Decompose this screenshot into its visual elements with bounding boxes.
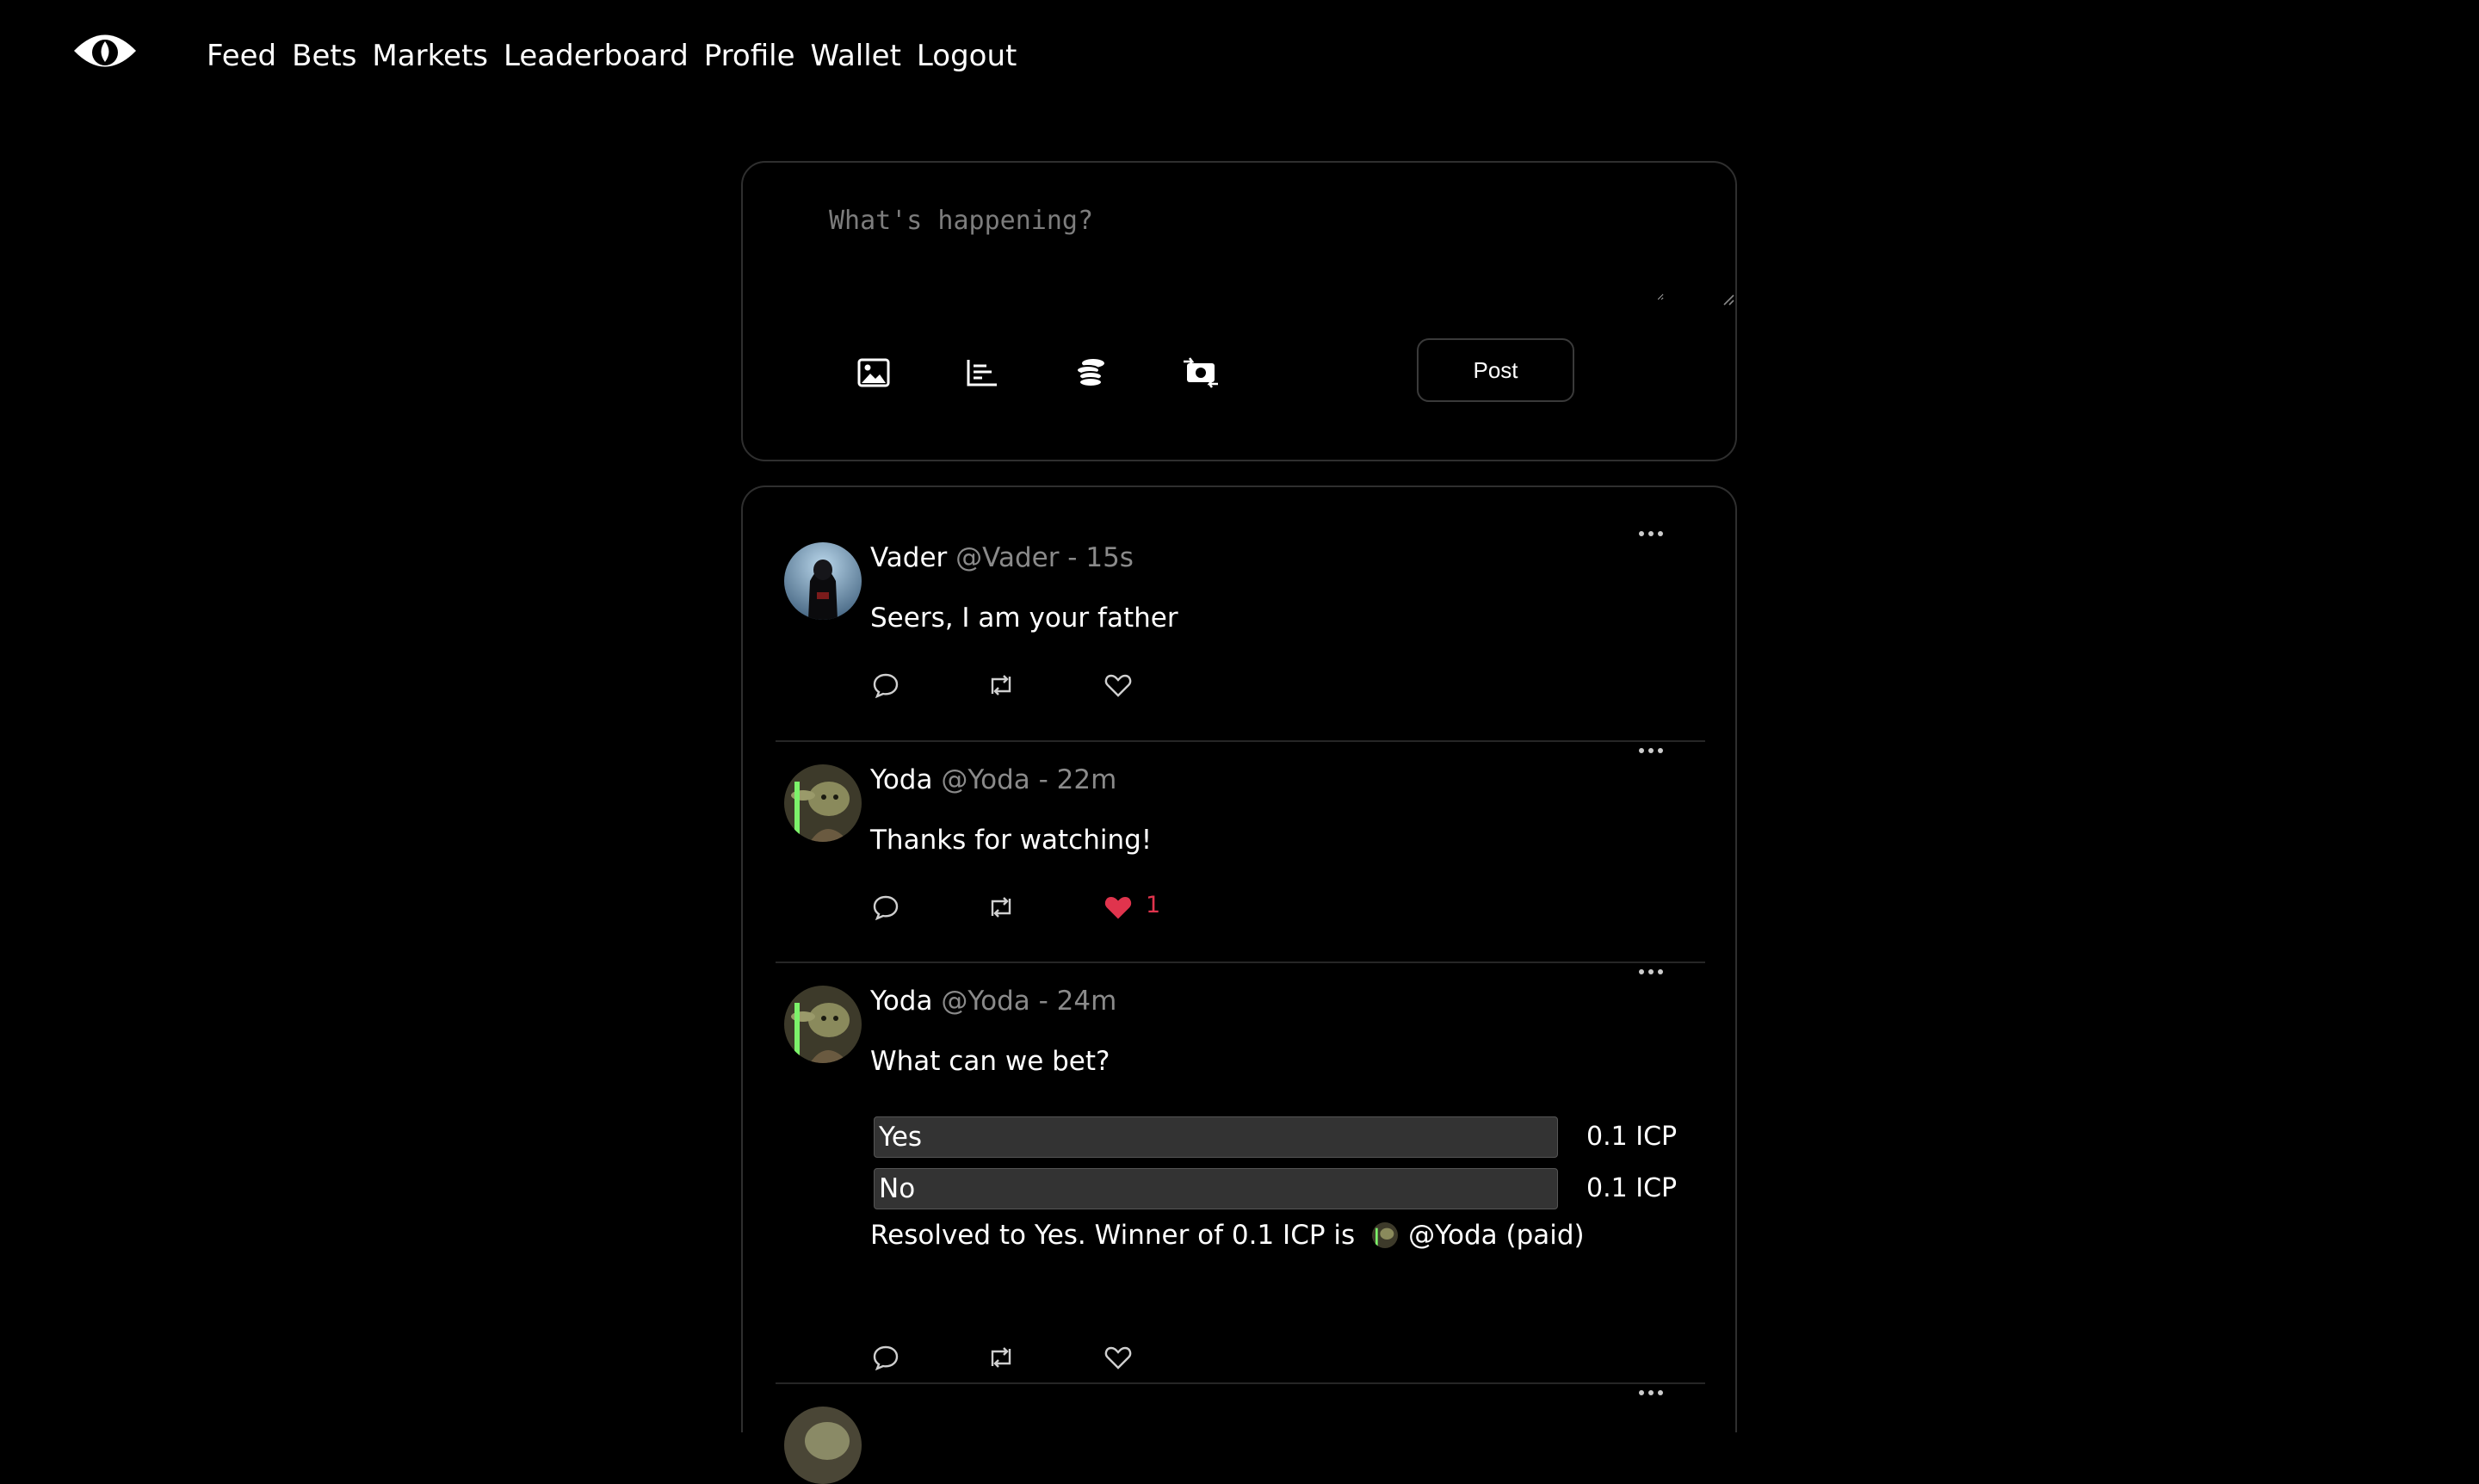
avatar[interactable]	[784, 986, 862, 1063]
post-button[interactable]: Post	[1417, 338, 1574, 402]
comment-icon[interactable]	[869, 1340, 903, 1375]
more-options-icon[interactable]	[1629, 742, 1672, 759]
eye-logo-icon[interactable]	[72, 26, 138, 76]
author-handle-time: @Vader - 15s	[955, 542, 1134, 573]
nav-wallet[interactable]: Wallet	[811, 34, 901, 77]
feed-post	[776, 1382, 1705, 1484]
author-handle-time: @Yoda - 22m	[941, 764, 1117, 795]
post-header: Vader @Vader - 15s	[870, 541, 1134, 575]
comment-icon[interactable]	[869, 668, 903, 702]
top-navigation: Feed Bets Markets Leaderboard Profile Wa…	[0, 0, 2479, 112]
feed-list: Vader @Vader - 15s Seers, I am your fath…	[741, 485, 1737, 1484]
nav-logout[interactable]: Logout	[917, 34, 1017, 77]
poll-chart-icon[interactable]	[963, 354, 1001, 392]
post-text: Thanks for watching!	[870, 825, 1153, 856]
liked-heart-icon[interactable]	[1101, 890, 1135, 924]
winner-handle[interactable]: @Yoda (paid)	[1408, 1218, 1584, 1252]
feed-post: Yoda @Yoda - 22m Thanks for watching! 1	[776, 740, 1705, 962]
resize-grip-icon[interactable]	[1722, 294, 1734, 306]
nav-leaderboard[interactable]: Leaderboard	[504, 34, 689, 77]
nav-profile[interactable]: Profile	[704, 34, 795, 77]
like-icon[interactable]	[1101, 1340, 1135, 1375]
like-icon[interactable]	[1101, 668, 1135, 702]
bet-option-no[interactable]: No	[874, 1168, 1558, 1209]
winner-avatar[interactable]	[1372, 1222, 1399, 1248]
feed-post: Yoda @Yoda - 24m What can we bet? Yes 0.…	[776, 962, 1705, 1382]
bet-option-amount: 0.1 ICP	[1586, 1173, 1678, 1203]
feed-post: Vader @Vader - 15s Seers, I am your fath…	[776, 487, 1705, 740]
bet-option-yes[interactable]: Yes	[874, 1116, 1558, 1158]
repost-icon[interactable]	[984, 668, 1018, 702]
repost-icon[interactable]	[984, 1340, 1018, 1375]
nav-markets[interactable]: Markets	[372, 34, 488, 77]
author-name[interactable]: Yoda	[870, 764, 932, 795]
comment-icon[interactable]	[869, 890, 903, 924]
coins-icon[interactable]	[1072, 354, 1110, 392]
nav-bets[interactable]: Bets	[292, 34, 356, 77]
author-handle-time: @Yoda - 24m	[941, 986, 1117, 1017]
repost-icon[interactable]	[984, 890, 1018, 924]
post-text: What can we bet?	[870, 1046, 1110, 1077]
like-count: 1	[1146, 892, 1161, 918]
avatar[interactable]	[784, 1407, 862, 1484]
author-name[interactable]: Yoda	[870, 986, 932, 1017]
bet-resolution: Resolved to Yes. Winner of 0.1 ICP is @Y…	[870, 1218, 1585, 1252]
bet-option-amount: 0.1 ICP	[1586, 1122, 1678, 1152]
resolution-text: Resolved to Yes. Winner of 0.1 ICP is	[870, 1220, 1356, 1251]
post-header: Yoda @Yoda - 22m	[870, 763, 1116, 797]
main-nav: Feed Bets Markets Leaderboard Profile Wa…	[207, 34, 1017, 77]
post-text: Seers, I am your father	[870, 603, 1178, 634]
more-options-icon[interactable]	[1629, 963, 1672, 980]
author-name[interactable]: Vader	[870, 542, 947, 573]
exchange-icon[interactable]	[1182, 354, 1220, 392]
more-options-icon[interactable]	[1629, 1384, 1672, 1401]
image-icon[interactable]	[855, 354, 893, 392]
post-composer: Post	[741, 161, 1737, 461]
compose-input[interactable]	[829, 206, 1664, 300]
more-options-icon[interactable]	[1629, 525, 1672, 542]
avatar[interactable]	[784, 542, 862, 620]
avatar[interactable]	[784, 764, 862, 842]
post-header: Yoda @Yoda - 24m	[870, 984, 1116, 1018]
nav-feed[interactable]: Feed	[207, 34, 276, 77]
